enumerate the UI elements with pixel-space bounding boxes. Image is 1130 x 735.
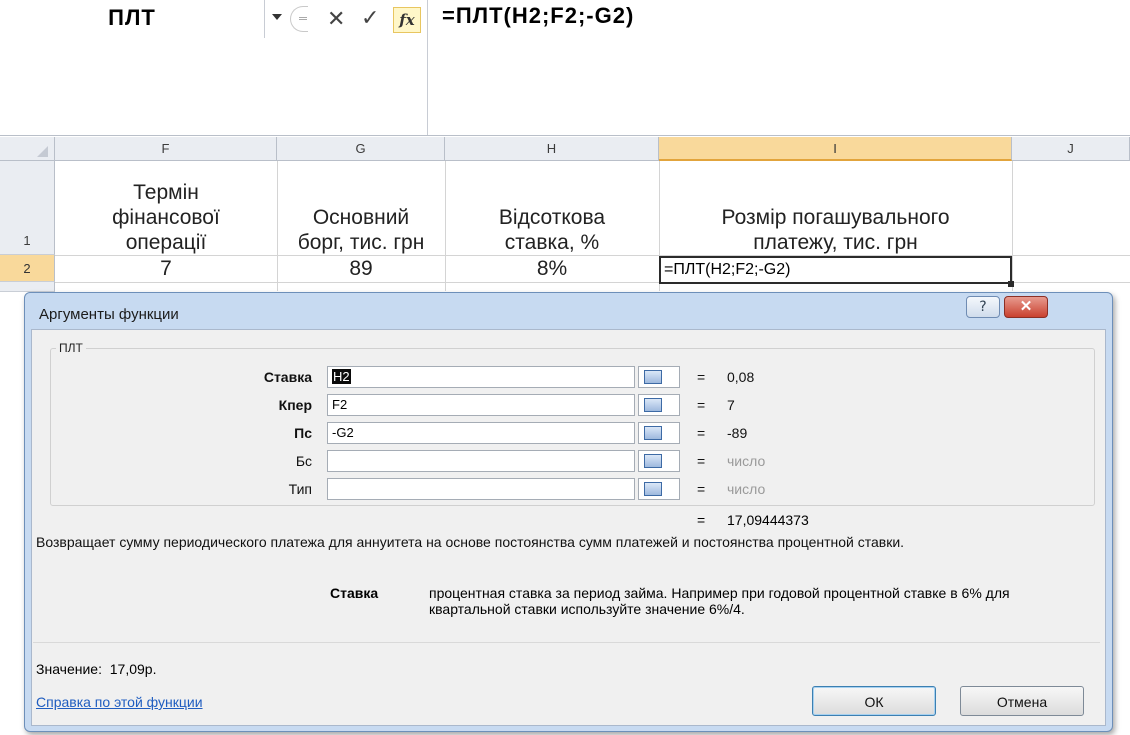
arg-label-rate: Ставка [263,369,312,385]
value-label: Значение: [36,661,102,677]
formula-result: 17,09444373 [727,512,809,528]
cell-f2[interactable]: 7 [55,256,277,282]
arg-input-type[interactable] [327,478,635,500]
help-link[interactable]: Справка по этой функции [36,694,203,710]
column-header-i[interactable]: I [659,137,1012,161]
formula-result-equals: = [697,512,706,528]
ok-button[interactable]: ОК [812,686,936,716]
cell-i1[interactable]: Розмір погашувального платежу, тис. грн [659,205,1012,255]
cell-text: ставка, % [504,231,600,254]
arg-equals: = [697,481,706,497]
cell-f1[interactable]: Термін фінансової операції [55,180,277,255]
arg-result-nper: 7 [727,397,735,413]
range-select-icon [644,454,662,468]
param-name: Ставка [330,585,379,601]
function-description: Возвращает сумму периодического платежа … [36,534,905,550]
grid-line [1012,161,1013,291]
cell-text: платежу, тис. грн [753,231,918,254]
help-icon[interactable]: ? [966,296,1000,318]
sheet-background [0,292,24,735]
column-header-f[interactable]: F [55,137,277,161]
name-box[interactable]: ПЛТ [0,0,265,38]
range-select-icon [644,426,662,440]
arg-label-nper: Кпер [278,397,312,413]
cell-i2-editor[interactable]: =ПЛТ(H2;F2;-G2) [659,256,1012,284]
range-select-icon [644,482,662,496]
cell-text: Розмір погашувального [721,206,950,229]
cell-h2[interactable]: 8% [445,256,659,282]
arg-label-pv: Пс [294,425,312,441]
cell-text: фінансової [112,206,220,229]
arg-result-fv: число [727,453,766,469]
column-header-j[interactable]: J [1012,137,1130,161]
cell-g2[interactable]: 89 [277,256,445,282]
arg-result-rate: 0,08 [727,369,755,385]
arg-input-pv[interactable]: -G2 [327,422,635,444]
range-select-icon [644,398,662,412]
formula-text: =ПЛТ(H2;F2;-G2) [442,3,635,28]
row-header-3[interactable] [0,282,55,292]
divider [33,642,1100,643]
insert-function-icon[interactable]: fx [393,7,421,33]
param-description: процентная ставка за период займа. Напри… [429,585,1010,617]
cell-g1[interactable]: Основний борг, тис. грн [277,205,445,255]
cell-text: операції [125,231,207,254]
arg-input-nper[interactable]: F2 [327,394,635,416]
dialog-title: Аргументы функции [39,306,179,323]
arg-label-type: Тип [288,481,312,497]
arg-equals: = [697,369,706,385]
value-text: 17,09р. [109,661,157,677]
fill-handle[interactable] [1008,281,1014,287]
arg-input-rate[interactable]: H2 [327,366,635,388]
value-line: Значение: 17,09р. [36,661,156,677]
cell-text: борг, тис. грн [297,231,425,254]
name-box-dropdown-icon[interactable] [272,14,282,20]
range-select-icon [644,370,662,384]
arg-equals: = [697,397,706,413]
arg-equals: = [697,425,706,441]
cell-text: Відсоткова [498,206,606,229]
cell-text: Основний [312,206,410,229]
arg-result-type: число [727,481,766,497]
arg-input-rate-value: H2 [332,369,351,384]
enter-icon[interactable]: ✓ [361,6,379,30]
drag-handle-icon [299,17,307,20]
row-header-1[interactable]: 1 [0,161,55,255]
column-header-h[interactable]: H [445,137,659,161]
arg-equals: = [697,453,706,469]
cell-text: Термін [133,181,199,204]
select-all-triangle-icon [37,146,48,157]
function-name-label: ПЛТ [56,341,86,355]
row-header-2[interactable]: 2 [0,255,55,282]
close-icon[interactable]: ✕ [1004,296,1048,318]
cancel-button[interactable]: Отмена [960,686,1084,716]
arg-label-fv: Бс [295,453,312,469]
cell-h1[interactable]: Відсоткова ставка, % [445,205,659,255]
formula-bar-divider [0,135,1130,136]
arg-result-pv: -89 [727,425,748,441]
column-header-g[interactable]: G [277,137,445,161]
cancel-icon[interactable]: ✕ [327,7,345,31]
arg-input-fv[interactable] [327,450,635,472]
